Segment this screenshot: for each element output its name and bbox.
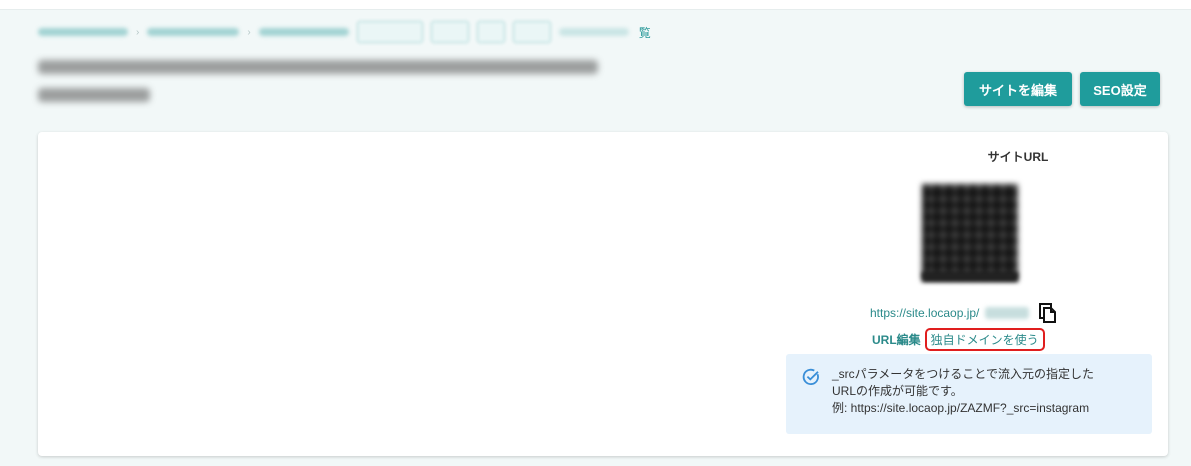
breadcrumb-separator: ›: [136, 26, 140, 38]
site-url-heading: サイトURL: [987, 150, 1049, 164]
copy-icon[interactable]: [1039, 303, 1057, 323]
page-title-redacted: [38, 60, 618, 116]
qr-code-redacted-strip: [922, 272, 1018, 282]
site-url-card: サイトURL https://site.locaop.jp/ URL編集 独自ド…: [38, 132, 1168, 456]
page-title-line: [38, 60, 598, 74]
breadcrumb-box-redacted: [476, 21, 505, 43]
info-line-1: _srcパラメータをつけることで流入元の指定した: [832, 367, 1094, 381]
top-bar: [0, 0, 1191, 10]
breadcrumb-box-redacted: [356, 21, 423, 43]
site-url-link[interactable]: https://site.locaop.jp/: [870, 306, 979, 320]
url-action-row: URL編集 独自ドメインを使う: [872, 327, 1045, 351]
src-parameter-info: _srcパラメータをつけることで流入元の指定した URLの作成が可能です。 例:…: [786, 354, 1152, 434]
edit-site-button[interactable]: サイトを編集: [964, 72, 1072, 106]
check-circle-icon: [802, 368, 820, 386]
custom-domain-link[interactable]: 独自ドメインを使う: [924, 327, 1045, 351]
breadcrumb-item-redacted[interactable]: [38, 28, 128, 36]
info-line-2: URLの作成が可能です。: [832, 384, 963, 398]
header-actions: サイトを編集 SEO設定: [964, 72, 1160, 106]
breadcrumb-item-redacted[interactable]: [258, 28, 349, 36]
qr-code-redacted: [922, 184, 1018, 280]
breadcrumb-current: 覧: [638, 25, 651, 40]
breadcrumb-item-redacted: [558, 28, 629, 36]
url-edit-link[interactable]: URL編集: [872, 331, 921, 348]
site-url-row: https://site.locaop.jp/: [870, 302, 1057, 324]
breadcrumb-box-redacted: [512, 21, 551, 43]
breadcrumb-item-redacted[interactable]: [147, 28, 240, 36]
breadcrumb: › › 覧: [38, 21, 651, 43]
breadcrumb-box-redacted: [430, 21, 469, 43]
site-url-suffix-redacted: [985, 307, 1030, 319]
seo-settings-button[interactable]: SEO設定: [1080, 72, 1160, 106]
breadcrumb-separator: ›: [247, 26, 251, 38]
page-title-line: [38, 88, 150, 102]
info-line-3: 例: https://site.locaop.jp/ZAZMF?_src=ins…: [832, 401, 1090, 415]
